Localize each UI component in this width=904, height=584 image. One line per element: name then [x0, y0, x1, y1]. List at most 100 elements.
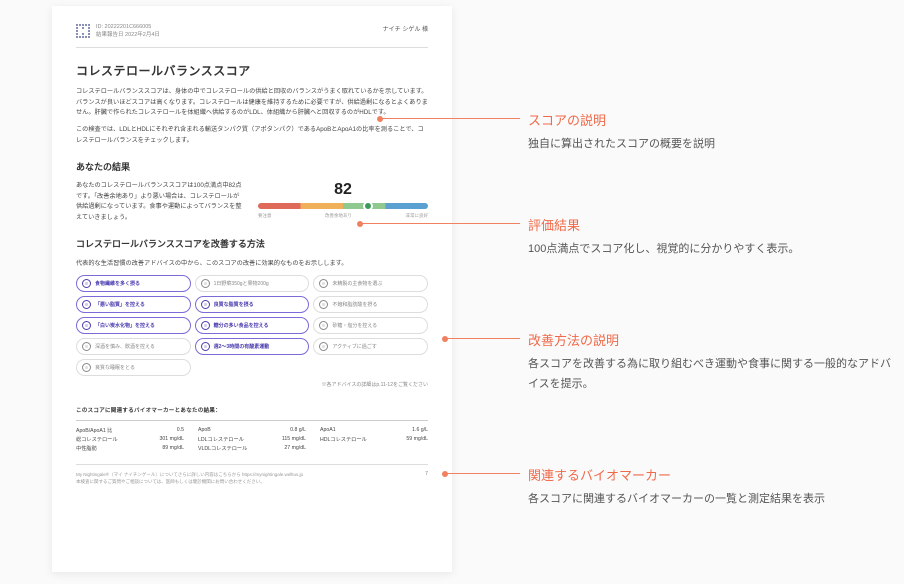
- biomarker-name: LDLコレステロール: [198, 436, 244, 443]
- tips-note: ※各アドバイスの詳細はp.11-12をご覧ください: [76, 381, 428, 388]
- annotation-improve: 改善方法の説明 各スコアを改善する為に取り組むべき運動や食事に関する一般的なアド…: [445, 330, 898, 395]
- biomarker-value: 301 mg/dL: [159, 436, 184, 443]
- biomarker-value: 27 mg/dL: [284, 445, 306, 452]
- biomarker-item: LDLコレステロール 115 mg/dL: [198, 436, 306, 443]
- biomarker-value: 1.6 g/L: [412, 427, 428, 434]
- annotation-title: 改善方法の説明: [528, 330, 898, 349]
- biomarker-name: 中性脂肪: [76, 445, 97, 452]
- tip-chip: 1日野菜350gと果物200g: [195, 275, 310, 292]
- biomarker-item: 総コレステロール 301 mg/dL: [76, 436, 184, 443]
- biomarker-name: ApoB/ApoA1 比: [76, 427, 112, 434]
- biomarker-item: VLDLコレステロール 27 mg/dL: [198, 445, 306, 452]
- tip-label: 良質な脂質を摂る: [214, 301, 254, 308]
- tip-label: アクティブに過ごす: [332, 343, 377, 350]
- biomarker-grid: ApoB/ApoA1 比 0.5 ApoB 0.8 g/L ApoA1 1.6 g/L 総コ…: [76, 420, 428, 452]
- score-marker: [363, 201, 373, 211]
- tip-chip: 糖分の多い食品を控える: [195, 317, 310, 334]
- tip-icon: [319, 321, 328, 330]
- tip-chip: 「白い炭水化物」を控える: [76, 317, 191, 334]
- tip-icon: [319, 342, 328, 351]
- annotation-score-desc: スコアの説明 独自に算出されたスコアの概要を説明: [380, 110, 715, 155]
- id-block: ID: 20222201C666005 結果報告日 2022年2月4日: [96, 24, 160, 39]
- biomarker-name: ApoA1: [320, 427, 336, 434]
- tip-label: 良質な睡眠をとる: [95, 364, 135, 371]
- biomarker-item: ApoB/ApoA1 比 0.5: [76, 427, 184, 434]
- page-number: 7: [425, 471, 428, 477]
- tip-chip: 砂糖・塩分を控える: [313, 317, 428, 334]
- tip-chip: 週2〜3時間の有酸素運動: [195, 338, 310, 355]
- biomarker-item: HDLコレステロール 59 mg/dL: [320, 436, 428, 443]
- tip-label: 週2〜3時間の有酸素運動: [214, 343, 270, 350]
- tip-icon: [201, 342, 210, 351]
- tip-icon: [201, 279, 210, 288]
- tip-chip: 未精製の主食物を選ぶ: [313, 275, 428, 292]
- intro-paragraph-1: コレステロールバランススコアは、身体の中でコレステロールの供給と回収のバランスが…: [76, 87, 428, 119]
- score-bar: [258, 203, 428, 209]
- biomarker-item: ApoA1 1.6 g/L: [320, 427, 428, 434]
- annotation-desc: 各スコアを改善する為に取り組むべき運動や食事に関する一般的なアドバイスを提示。: [528, 355, 898, 395]
- biomarker-value: 89 mg/dL: [162, 445, 184, 452]
- biomarker-value: 115 mg/dL: [282, 436, 306, 443]
- biomarker-item: ApoB 0.8 g/L: [198, 427, 306, 434]
- tip-label: 砂糖・塩分を控える: [332, 322, 377, 329]
- biomarker-heading: このスコアに関連するバイオマーカーとあなたの結果：: [76, 406, 428, 414]
- annotation-desc: 独自に算出されたスコアの概要を説明: [528, 135, 715, 155]
- footer-line-2: 本検査に関するご質問やご相談については、医師もしくは健診機関にお問い合わせくださ…: [76, 478, 303, 485]
- tip-icon: [201, 321, 210, 330]
- tip-icon: [82, 342, 91, 351]
- tip-icon: [82, 363, 91, 372]
- score-number: 82: [258, 181, 428, 199]
- bar-label-low: 要注意: [258, 213, 272, 219]
- tip-icon: [319, 300, 328, 309]
- annotation-title: 関連するバイオマーカー: [528, 465, 825, 484]
- biomarker-name: VLDLコレステロール: [198, 445, 247, 452]
- tip-chip: 「悪い脂質」を控える: [76, 296, 191, 313]
- biomarker-value: 0.8 g/L: [290, 427, 306, 434]
- tip-chip: 食物繊維を多く摂る: [76, 275, 191, 292]
- tip-label: 深酒を慎み、飲酒を控える: [95, 343, 155, 350]
- annotation-desc: 100点満点でスコア化し、視覚的に分かりやすく表示。: [528, 240, 799, 260]
- annotation-result: 評価結果 100点満点でスコア化し、視覚的に分かりやすく表示。: [360, 215, 799, 260]
- intro-paragraph-2: この検査では、LDLとHDLにそれぞれ含まれる輸送タンパク質（アポタンパク）であ…: [76, 125, 428, 146]
- bar-label-mid: 改善余地あり: [325, 213, 352, 219]
- logo-icon: [76, 24, 90, 38]
- tip-label: 糖分の多い食品を控える: [214, 322, 269, 329]
- annotation-title: スコアの説明: [528, 110, 715, 129]
- result-text: あなたのコレステロールバランススコアは100点満点中82点です。「改善余地あり」…: [76, 181, 244, 223]
- page-header: ID: 20222201C666005 結果報告日 2022年2月4日 ナイチ …: [76, 24, 428, 48]
- biomarker-item: 中性脂肪 89 mg/dL: [76, 445, 184, 452]
- tip-label: 不飽和脂肪酸を摂る: [332, 301, 377, 308]
- page-footer: My Nightingale®（マイ ナイチンゲール）についてさらに詳しい内容は…: [76, 464, 428, 485]
- tip-label: 「白い炭水化物」を控える: [95, 322, 155, 329]
- tip-icon: [319, 279, 328, 288]
- tips-grid: 食物繊維を多く摂る 1日野菜350gと果物200g 未精製の主食物を選ぶ「悪い脂質」…: [76, 275, 428, 376]
- annotation-desc: 各スコアに関連するバイオマーカーの一覧と測定結果を表示: [528, 490, 825, 510]
- annotation-biomarker: 関連するバイオマーカー 各スコアに関連するバイオマーカーの一覧と測定結果を表示: [445, 465, 825, 510]
- tip-chip: 不飽和脂肪酸を摂る: [313, 296, 428, 313]
- report-id: ID: 20222201C666005: [96, 24, 160, 32]
- tip-label: 1日野菜350gと果物200g: [214, 280, 269, 287]
- biomarker-name: ApoB: [198, 427, 211, 434]
- tip-chip: アクティブに過ごす: [313, 338, 428, 355]
- tip-label: 「悪い脂質」を控える: [95, 301, 145, 308]
- tip-label: 食物繊維を多く摂る: [95, 280, 140, 287]
- tip-chip: 良質な脂質を摂る: [195, 296, 310, 313]
- tip-label: 未精製の主食物を選ぶ: [332, 280, 382, 287]
- report-page: ID: 20222201C666005 結果報告日 2022年2月4日 ナイチ …: [52, 6, 452, 572]
- biomarker-value: 59 mg/dL: [406, 436, 428, 443]
- score-area: 82 要注意 改善余地あり 非常に良好: [258, 181, 428, 219]
- tip-icon: [82, 279, 91, 288]
- annotation-title: 評価結果: [528, 215, 799, 234]
- biomarker-name: 総コレステロール: [76, 436, 118, 443]
- tip-icon: [201, 300, 210, 309]
- biomarker-value: 0.5: [177, 427, 184, 434]
- result-heading: あなたの結果: [76, 160, 428, 173]
- tip-chip: 良質な睡眠をとる: [76, 359, 191, 376]
- tip-icon: [82, 321, 91, 330]
- footer-line-1: My Nightingale®（マイ ナイチンゲール）についてさらに詳しい内容は…: [76, 471, 303, 478]
- tip-icon: [82, 300, 91, 309]
- biomarker-name: HDLコレステロール: [320, 436, 367, 443]
- page-title: コレステロールバランススコア: [76, 62, 428, 79]
- client-name: ナイチ シゲル 様: [383, 24, 428, 33]
- report-date: 結果報告日 2022年2月4日: [96, 32, 160, 40]
